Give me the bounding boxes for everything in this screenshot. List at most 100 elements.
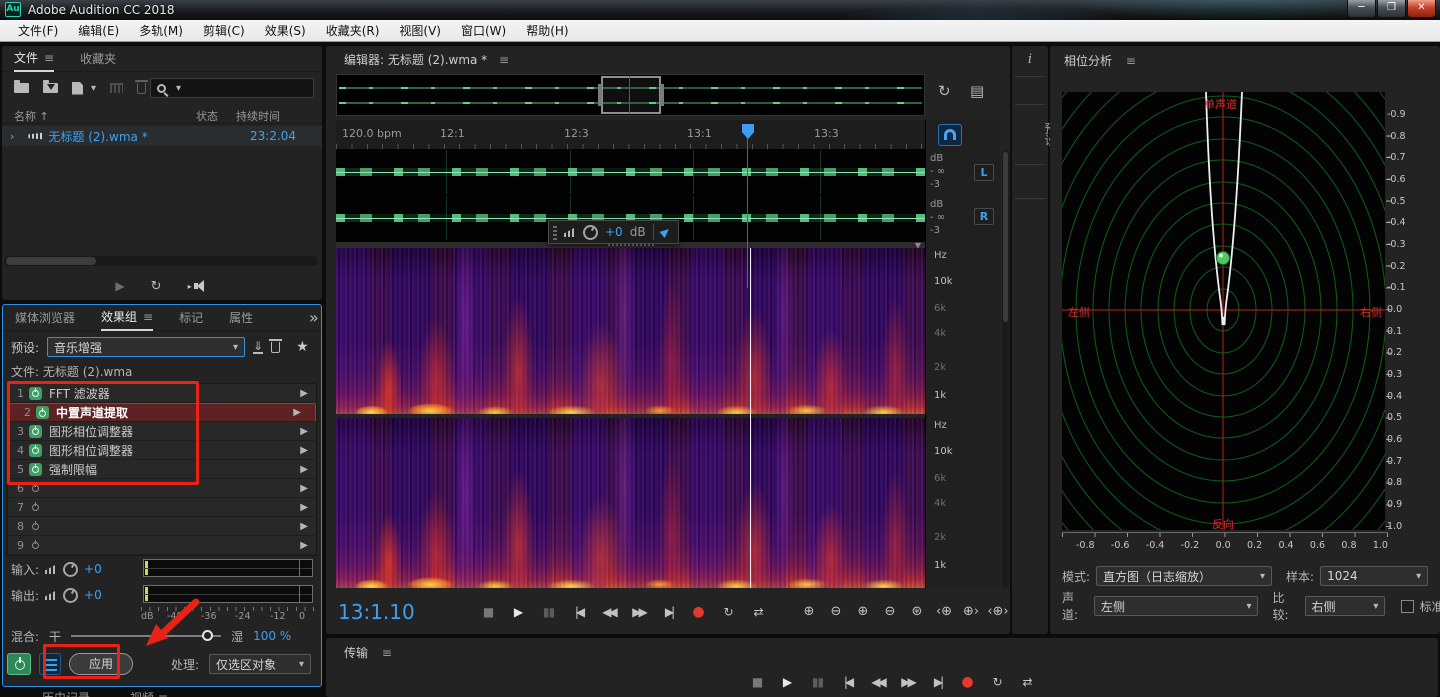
menu-item[interactable]: 收藏夹(R) [316,20,390,41]
transport-button[interactable]: ▮▮ [538,602,559,622]
effect-expand-arrow-icon[interactable]: ▶ [300,483,308,494]
menu-item[interactable]: 窗口(W) [451,20,516,41]
rack-power-button[interactable] [7,653,31,675]
panel-menu-icon[interactable]: ≡ [499,53,509,67]
transport-button[interactable]: ⇄ [1017,672,1038,692]
left-channel-button[interactable]: L [974,164,994,181]
open-file-icon[interactable] [14,83,29,93]
tab-history[interactable]: 历史记录 [42,689,90,697]
zoom-tool-button[interactable]: ⊖ [879,602,901,622]
editor-vscrollbar[interactable] [1002,150,1009,588]
input-gain-knob[interactable] [63,562,78,577]
search-caret-icon[interactable]: ▾ [176,83,181,94]
transport-button[interactable]: ↻ [987,672,1008,692]
input-gain-value[interactable]: +0 [84,562,102,576]
tab-media-browser[interactable]: 媒体浏览器 [15,309,75,326]
import-file-icon[interactable] [43,83,58,93]
zoom-tool-button[interactable]: ‹⊕› [987,602,1009,622]
delete-preset-icon[interactable] [271,342,280,353]
zoom-tool-button[interactable]: ⊛ [906,602,928,622]
effect-expand-arrow-icon[interactable]: ▶ [300,464,308,475]
tab-properties[interactable]: 属性 [229,309,253,326]
menu-item[interactable]: 效果(S) [255,20,316,41]
menu-item[interactable]: 编辑(E) [68,20,129,41]
snap-magnet-button[interactable] [938,124,962,146]
search-box[interactable]: ▾ [150,78,314,98]
transport-button[interactable]: ▶ [508,602,529,622]
hud-pin-icon[interactable] [659,226,671,238]
menu-item[interactable]: 多轨(M) [129,20,193,41]
transport-button[interactable]: ▮▮ [807,672,828,692]
transport-button[interactable]: |◀ [837,672,858,692]
tab-files[interactable]: 文件 ≡ [14,46,54,72]
sample-select[interactable]: 1024 ▾ [1320,566,1428,586]
transport-button[interactable]: ▶| [927,672,948,692]
effect-expand-arrow-icon[interactable]: ▶ [300,502,308,513]
effect-expand-arrow-icon[interactable]: ▶ [293,407,301,418]
power-toggle-icon[interactable] [29,520,42,533]
effect-rack-row[interactable]: 9 ▶ [8,536,316,555]
effect-expand-arrow-icon[interactable]: ▶ [300,445,308,456]
hud-drag-handle[interactable] [553,224,557,240]
timeline-ruler[interactable]: 120.0 bpm 12:1 12:3 13:1 13:3 [336,120,925,150]
col-duration[interactable]: 持续时间 [236,108,280,124]
file-row[interactable]: › 无标题 (2).wma * 23:2.04 [2,126,322,146]
tab-effects-rack[interactable]: 效果组 ≡ [101,305,153,331]
tab-overflow-icon[interactable]: » [309,308,319,327]
spectrogram-left[interactable] [336,248,925,414]
transport-button[interactable]: ▶▶ [897,672,918,692]
transport-button[interactable]: ◀◀ [598,602,619,622]
transport-button[interactable]: ■ [747,672,768,692]
time-display[interactable]: 13:1.10 [338,600,415,624]
col-name[interactable]: 名称 ↑ [14,108,49,124]
gain-hud[interactable]: +0 dB [548,220,679,244]
mode-select[interactable]: 直方图（日志缩放） ▾ [1096,566,1272,586]
transport-button[interactable]: ● [688,602,709,622]
transport-button[interactable]: |◀ [568,602,589,622]
mix-value[interactable]: 100 % [253,629,291,643]
phase-scope[interactable]: 单声道 左侧 右侧 反向 [1062,92,1385,530]
menu-item[interactable]: 帮助(H) [516,20,578,41]
preview-play-icon[interactable]: ▶ [115,279,124,293]
transport-button[interactable]: ↻ [718,602,739,622]
hud-gain-value[interactable]: +0 [605,225,623,239]
preset-select[interactable]: 音乐增强 ▾ [47,337,245,357]
scroll-thumb[interactable] [6,257,96,265]
effect-expand-arrow-icon[interactable]: ▶ [300,426,308,437]
zoom-tool-button[interactable]: ⊕› [960,602,982,622]
effect-rack-row[interactable]: 7 ▶ [8,498,316,517]
overview-view-box[interactable] [601,76,661,114]
close-button[interactable]: ✕ [1407,0,1436,18]
transport-button[interactable]: ▶| [658,602,679,622]
minimize-button[interactable]: ─ [1347,0,1376,18]
tab-favorites[interactable]: 收藏夹 [80,50,116,67]
normalize-checkbox[interactable] [1401,600,1413,613]
scroll-thumb[interactable] [1003,152,1008,322]
tab-video[interactable]: 视频 ≡ [130,689,168,697]
zoom-tool-button[interactable]: ⊕ [798,602,820,622]
editor-layout-icon[interactable]: ▤ [970,82,984,100]
save-preset-icon[interactable]: ⇓ [253,341,263,354]
output-gain-knob[interactable] [63,588,78,603]
channel-select[interactable]: 左侧 ▾ [1094,596,1258,616]
menu-item[interactable]: 文件(F) [8,20,68,41]
transport-button[interactable]: ⇄ [748,602,769,622]
waveform-channels[interactable]: +0 dB [336,150,925,242]
power-toggle-icon[interactable] [29,501,42,514]
output-gain-value[interactable]: +0 [84,588,102,602]
effect-expand-arrow-icon[interactable]: ▶ [300,540,308,551]
waveform-left-channel[interactable] [336,150,925,194]
expand-chevron-icon[interactable]: › [10,130,14,143]
restore-button[interactable]: ❐ [1377,0,1406,18]
files-hscrollbar[interactable] [4,256,318,266]
transport-button[interactable]: ▶▶ [628,602,649,622]
tab-markers[interactable]: 标记 [179,309,203,326]
effect-expand-arrow-icon[interactable]: ▶ [300,388,308,399]
zoom-tool-button[interactable]: ⊖ [825,602,847,622]
autoplay-speaker-icon[interactable]: ▸ [188,280,209,292]
zoom-tool-button[interactable]: ‹⊕ [933,602,955,622]
compare-select[interactable]: 右侧 ▾ [1305,596,1386,616]
new-file-icon[interactable] [72,82,83,95]
zoom-tool-button[interactable]: ⊕ [852,602,874,622]
effect-expand-arrow-icon[interactable]: ▶ [300,521,308,532]
